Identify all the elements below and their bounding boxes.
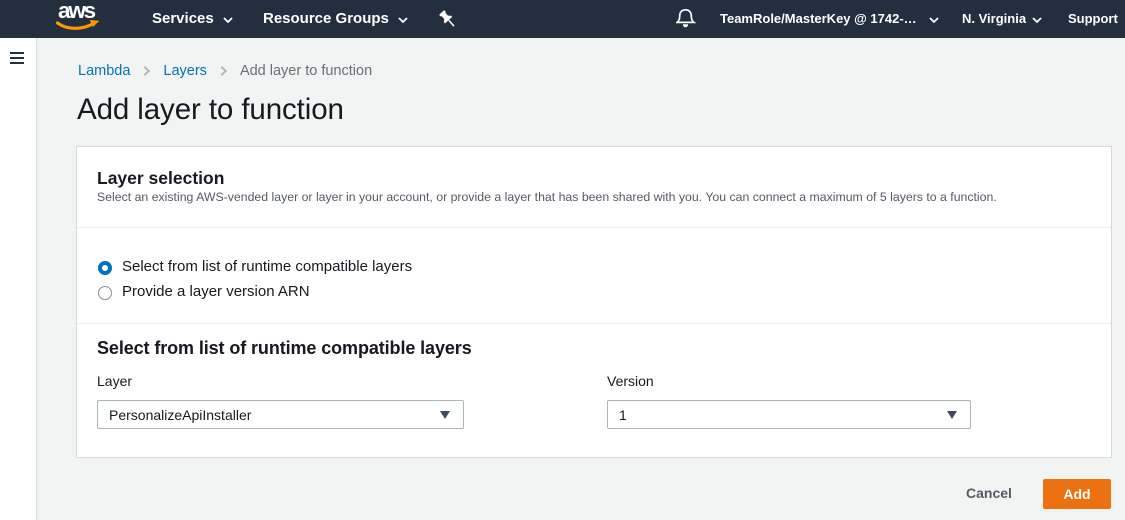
svg-text:aws: aws (58, 0, 96, 23)
